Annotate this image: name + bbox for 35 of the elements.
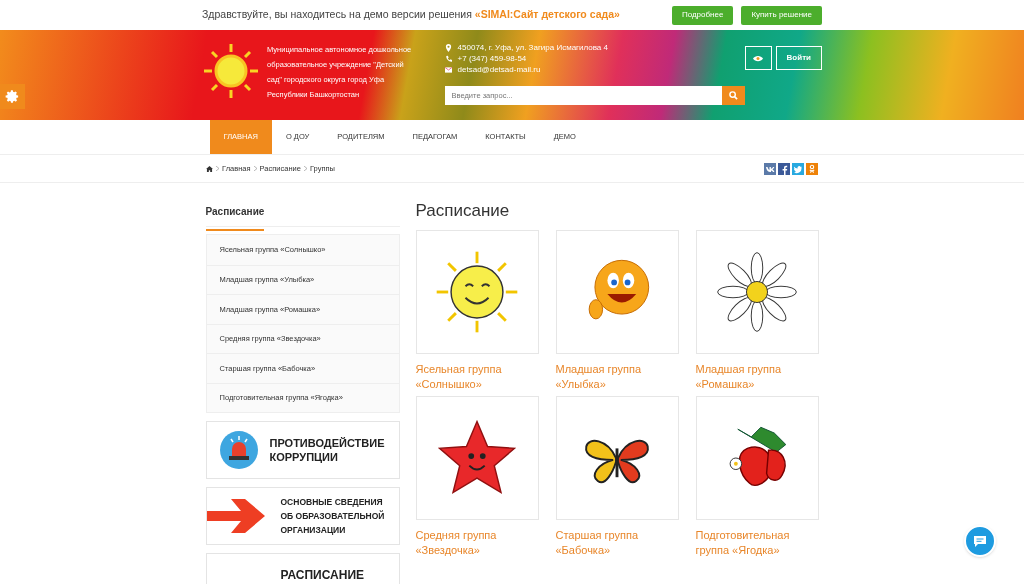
chat-icon <box>973 535 987 547</box>
banner-card[interactable]: РАСПИСАНИЕ <box>205 553 400 584</box>
page-title: Расписание <box>415 200 511 222</box>
search-button[interactable] <box>721 86 745 105</box>
chevron-icon <box>253 166 257 171</box>
banner-text: ОСНОВНЫЕ СВЕДЕНИЯ ОБ ОБРАЗОВАТЕЛЬНОЙ ОРГАНИЗАЦИИ <box>280 496 386 537</box>
sun-logo <box>202 42 260 100</box>
banner-card[interactable]: ПРОТИВОДЕЙСТВИЕ КОРРУПЦИИ <box>205 421 400 479</box>
vk-icon[interactable] <box>764 162 776 175</box>
phone-icon <box>444 54 452 63</box>
arrow-icon <box>206 499 265 533</box>
contact-text: 450074, г. Уфа, ул. Загира Исмагилова 4 <box>457 41 608 54</box>
banner-text: РАСПИСАНИЕ <box>280 568 365 582</box>
contact-text: detsad@detsad-mail.ru <box>457 63 541 76</box>
contact-text: +7 (347) 459-98-54 <box>457 52 527 65</box>
odnoklassniki-icon[interactable] <box>806 162 818 175</box>
search-icon <box>728 91 738 100</box>
settings-icon <box>5 89 20 104</box>
demo-notice: Здравствуйте, вы находитесь на демо версии решения «SIMAI:Сайт детского сада» <box>202 7 620 23</box>
envelope-icon <box>444 65 452 74</box>
chevron-icon <box>303 166 307 171</box>
chat-button[interactable] <box>964 525 996 557</box>
group-picture[interactable] <box>555 396 679 520</box>
group-picture[interactable] <box>415 396 539 520</box>
sidebar-title: Расписание <box>205 202 265 231</box>
settings-button[interactable] <box>0 84 25 109</box>
home-icon[interactable] <box>206 165 213 172</box>
location-pin-icon <box>444 43 452 52</box>
accessibility-button[interactable] <box>744 46 772 70</box>
siren-icon <box>219 431 258 469</box>
banner-text: ПРОТИВОДЕЙСТВИЕ КОРРУПЦИИ <box>269 436 386 464</box>
facebook-icon[interactable] <box>778 162 790 175</box>
banner-card[interactable]: ОСНОВНЫЕ СВЕДЕНИЯ ОБ ОБРАЗОВАТЕЛЬНОЙ ОРГАНИЗАЦИИ <box>205 487 400 545</box>
eye-icon <box>753 54 764 62</box>
chevron-icon <box>216 166 219 171</box>
